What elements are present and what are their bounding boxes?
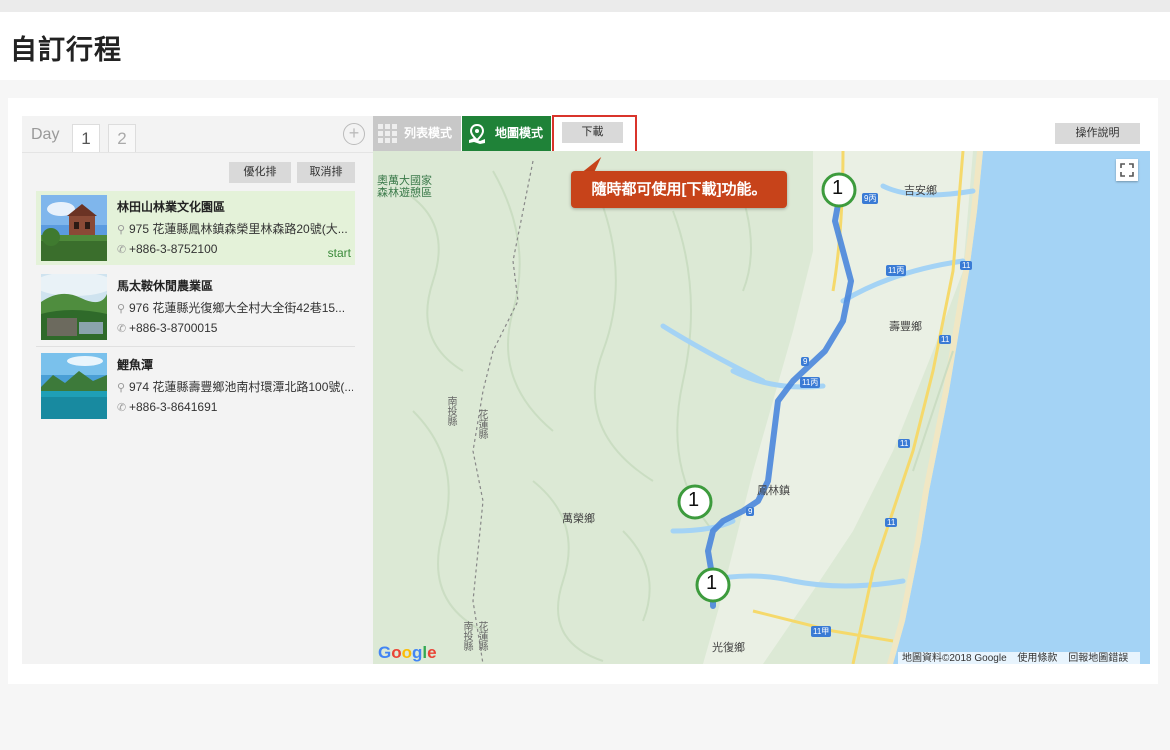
map-label-county: 南投縣 [461,621,472,651]
map-label-guangfu: 光復鄉 [712,642,745,654]
map-footer: 地圖資料©2018 Google 使用條款 回報地圖錯誤 [898,652,1141,665]
road-badge: 11甲 [811,626,832,637]
road-badge: 9 [746,507,755,516]
top-strip [0,0,1170,12]
place-address: ⚲ 976 花蓮縣光復鄉大全村大全街42巷15... [117,301,346,315]
page-header: 自訂行程 [0,12,1170,80]
list-mode-button[interactable]: 列表模式 [373,116,461,151]
map-label-county: 花蓮縣 [476,621,487,651]
map-label-wanrong: 萬榮鄉 [562,513,595,525]
place-address: ⚲ 974 花蓮縣壽豐鄉池南村環潭北路100號(... [117,380,353,394]
day-tab-bar: Day 1 2 + [22,116,373,153]
map-label-fenglin: 鳳林鎮 [757,485,790,497]
place-name: 鯉魚潭 [117,358,154,372]
google-logo: Google [378,643,437,662]
place-name: 馬太鞍休閒農業區 [117,279,214,293]
place-list: 優化排 取消排 林田山林業文化園區 ⚲ 975 花蓮縣鳳林鎮森榮里林森路20號(… [22,152,373,664]
optimize-button[interactable]: 優化排 [229,162,291,183]
list-mode-label: 列表模式 [404,126,453,140]
map-pin-icon: ⚲ [117,224,126,236]
day-tab-2[interactable]: 2 [108,124,136,152]
day-label: Day [31,126,60,143]
download-button[interactable]: 下載 [562,122,623,143]
place-phone: ✆ +886-3-8752100 [117,242,218,256]
map-marker-label[interactable]: 1 [706,572,717,595]
map-label-county: 花蓮縣 [476,409,487,439]
place-phone: ✆ +886-3-8641691 [117,400,218,414]
road-badge: 9丙 [862,193,879,204]
place-photo [41,353,107,419]
map-canvas [402,151,1150,664]
download-tooltip: 隨時都可使用[下載]功能。 [571,171,787,208]
cancel-sort-button[interactable]: 取消排 [297,162,355,183]
map-marker-label[interactable]: 1 [688,489,699,512]
map-label-shoufeng: 壽豐鄉 [889,321,922,333]
map-label-county: 南投縣 [445,396,456,426]
road-badge: 11 [939,335,952,344]
map-pin-icon: ⚲ [117,382,126,394]
map-label-forest: 奧萬大國家 森林遊憩區 [377,175,432,199]
road-badge: 11丙 [800,377,821,388]
fullscreen-icon [1120,163,1134,177]
road-badge: 11丙 [886,265,907,276]
phone-icon: ✆ [117,323,127,335]
day-tab-1[interactable]: 1 [72,124,100,153]
list-item-place-2[interactable]: 馬太鞍休閒農業區 ⚲ 976 花蓮縣光復鄉大全村大全街42巷15... ✆ +886… [36,270,355,344]
place-photo [41,195,107,261]
place-name: 林田山林業文化園區 [117,200,226,214]
road-badge: 11 [885,518,898,527]
list-item-place-3[interactable]: 鯉魚潭 ⚲ 974 花蓮縣壽豐鄉池南村環潭北路100號(... ✆ +886-3-8… [36,349,355,423]
map-view[interactable]: 1 1 1 奧萬大國家 森林遊憩區 吉安鄉 壽豐鄉 鳳林鎮 萬榮鄉 光復鄉 南投… [373,151,1150,664]
map-label-jian: 吉安鄉 [904,185,937,197]
download-highlight: 下載 [552,115,637,153]
road-badge: 9 [801,357,810,366]
phone-icon: ✆ [117,402,127,414]
map-data-credit: 地圖資料©2018 Google [902,653,1007,664]
road-badge: 11 [898,439,911,448]
place-phone: ✆ +886-3-8700015 [117,321,218,335]
grid-icon [378,124,397,143]
map-mode-label: 地圖模式 [495,126,544,140]
road-badge: 11 [960,261,973,270]
place-address: ⚲ 975 花蓮縣鳳林鎮森榮里林森路20號(大... [117,222,348,236]
terms-link[interactable]: 使用條款 [1017,653,1057,664]
itinerary-list-column: Day 1 2 + 優化排 取消排 林田山林業文化園區 ⚲ 975 花蓮縣鳳林鎮… [22,116,373,664]
map-marker-label[interactable]: 1 [832,177,843,200]
phone-icon: ✆ [117,244,127,256]
map-pin-icon [469,124,485,144]
list-divider [36,346,355,347]
place-photo [41,274,107,340]
help-button[interactable]: 操作說明 [1055,123,1140,144]
start-label: start [327,246,351,260]
add-day-button[interactable]: + [343,123,365,145]
fullscreen-button[interactable] [1116,159,1138,181]
report-error-link[interactable]: 回報地圖錯誤 [1068,653,1128,664]
map-mode-button[interactable]: 地圖模式 [462,116,551,151]
list-item-place-1[interactable]: 林田山林業文化園區 ⚲ 975 花蓮縣鳳林鎮森榮里林森路20號(大... ✆ +88… [36,191,355,265]
map-pin-icon: ⚲ [117,303,126,315]
page-title: 自訂行程 [10,35,122,65]
